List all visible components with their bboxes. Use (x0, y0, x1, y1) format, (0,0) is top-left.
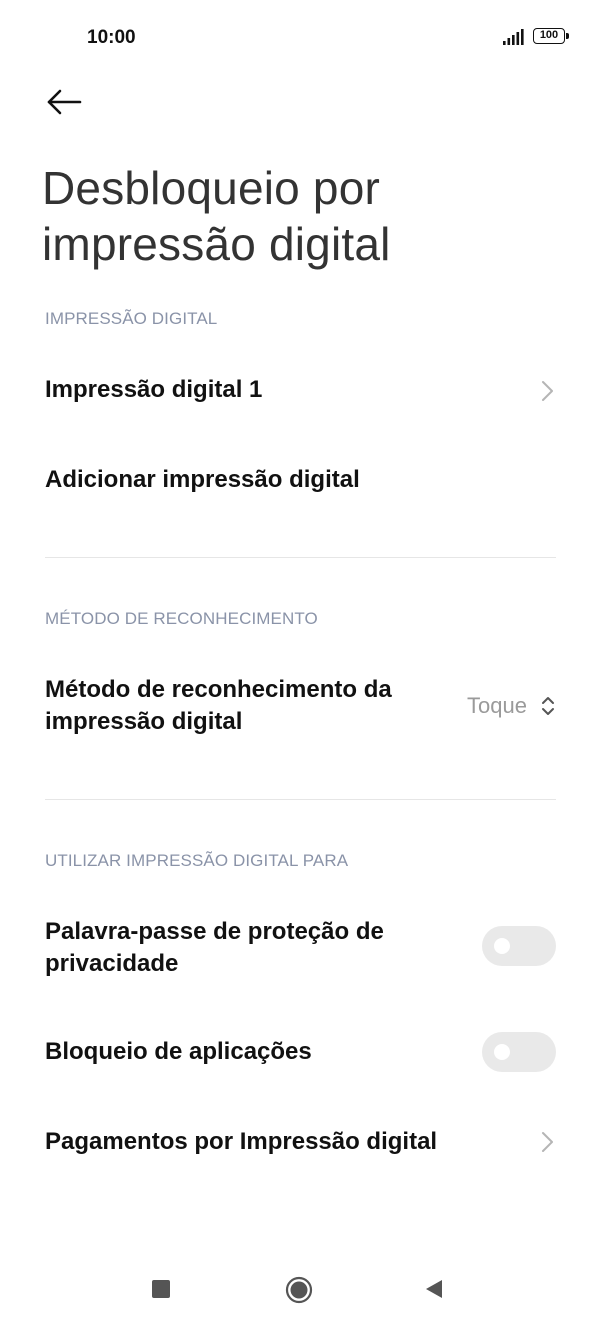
privacy-password-label-line1: Palavra-passe de proteção de (45, 918, 384, 945)
navigation-bar (0, 1256, 601, 1336)
fingerprint-1-item[interactable]: Impressão digital 1 (0, 360, 601, 424)
chevron-right-icon (542, 381, 553, 401)
app-lock-toggle[interactable] (482, 1032, 556, 1072)
up-down-chevron-icon (542, 697, 554, 715)
battery-level: 100 (533, 28, 565, 44)
fingerprint-1-label: Impressão digital 1 (45, 376, 263, 403)
back-arrow-icon (47, 89, 82, 115)
toggle-knob (494, 1044, 510, 1060)
page-title: Desbloqueio por impressão digital (42, 162, 391, 270)
back-triangle-icon[interactable] (424, 1278, 444, 1300)
recognition-method-label-line1: Método de reconhecimento da (45, 676, 392, 703)
app-lock-label: Bloqueio de aplicações (45, 1038, 312, 1065)
privacy-password-toggle[interactable] (482, 926, 556, 966)
divider (45, 557, 556, 558)
battery-tip (566, 33, 569, 39)
section-header-fingerprint: IMPRESSÃO DIGITAL (45, 309, 218, 328)
recognition-method-label-line2: impressão digital (45, 708, 243, 735)
fingerprint-payments-item[interactable]: Pagamentos por Impressão digital (0, 1110, 601, 1174)
back-button[interactable] (38, 80, 90, 126)
recents-square-icon[interactable] (152, 1280, 170, 1298)
battery-icon: 100 (533, 28, 571, 46)
add-fingerprint-item[interactable]: Adicionar impressão digital (0, 448, 601, 512)
status-bar: 10:00 100 (0, 0, 601, 76)
privacy-password-item: Palavra-passe de proteção de privacidade (0, 906, 601, 996)
home-circle-icon[interactable] (285, 1276, 313, 1304)
chevron-right-icon (542, 1132, 553, 1152)
app-lock-item: Bloqueio de aplicações (0, 1020, 601, 1084)
divider (45, 799, 556, 800)
fingerprint-payments-label: Pagamentos por Impressão digital (45, 1128, 438, 1155)
add-fingerprint-label: Adicionar impressão digital (45, 466, 360, 493)
privacy-password-label-line2: privacidade (45, 950, 179, 977)
section-header-recognition: MÉTODO DE RECONHECIMENTO (45, 609, 318, 628)
recognition-method-item[interactable]: Método de reconhecimento da impressão di… (0, 664, 601, 754)
section-header-use-for: UTILIZAR IMPRESSÃO DIGITAL PARA (45, 851, 349, 870)
status-time: 10:00 (87, 27, 136, 48)
toggle-knob (494, 938, 510, 954)
signal-icon (503, 29, 524, 45)
recognition-method-value: Toque (467, 693, 527, 718)
